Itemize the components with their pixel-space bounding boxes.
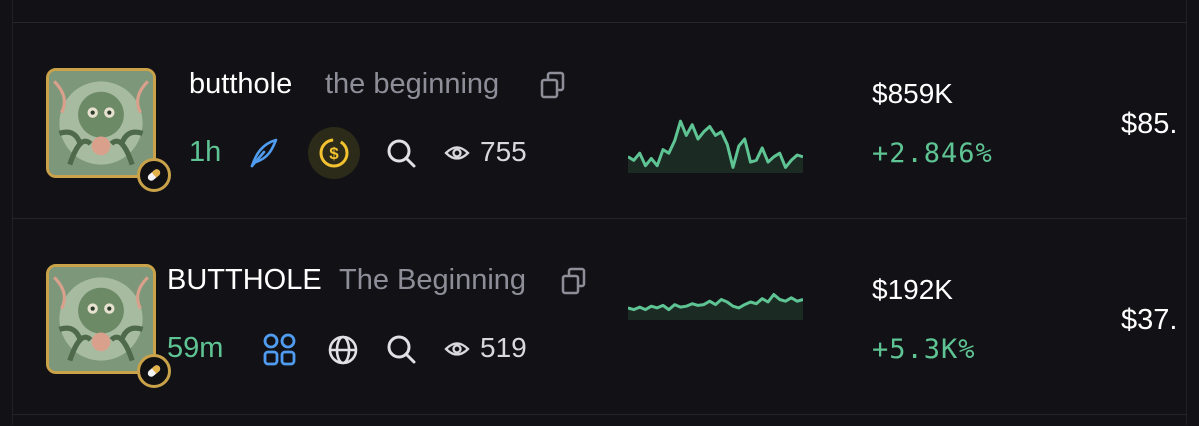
price-change: +2.846% xyxy=(872,138,993,169)
token-row[interactable]: BUTTHOLE The Beginning 59m 519 $192K +5.… xyxy=(0,236,1199,426)
market-cap: $192K xyxy=(872,274,953,305)
token-avatar[interactable] xyxy=(46,68,156,178)
globe-icon[interactable] xyxy=(324,331,362,369)
row-divider xyxy=(12,414,1187,415)
dollar-coin-icon[interactable]: $ xyxy=(315,134,353,172)
eye-icon xyxy=(443,139,471,167)
feather-icon[interactable] xyxy=(244,134,282,172)
view-count: 519 xyxy=(480,332,527,363)
grid-icon[interactable] xyxy=(260,331,300,369)
price-change: +5.3K% xyxy=(872,334,976,365)
token-name: the beginning xyxy=(325,68,500,100)
token-age: 59m xyxy=(167,332,224,364)
price-sparkline[interactable] xyxy=(628,272,803,320)
eye-icon xyxy=(443,335,471,363)
token-age: 1h xyxy=(189,136,222,168)
search-icon[interactable] xyxy=(383,135,419,171)
token-name: The Beginning xyxy=(339,264,527,296)
pill-icon xyxy=(137,158,171,192)
token-symbol[interactable]: butthole xyxy=(189,68,292,101)
pill-icon xyxy=(137,354,171,388)
octopus-art-image xyxy=(49,71,153,175)
sparkline-area xyxy=(628,121,803,173)
price-sparkline[interactable] xyxy=(628,78,803,173)
row-divider xyxy=(12,218,1187,219)
table-top-border xyxy=(12,22,1187,23)
svg-text:$: $ xyxy=(329,144,339,163)
token-avatar[interactable] xyxy=(46,264,156,374)
token-row[interactable]: butthole the beginning 1h $ 755 $859K +2… xyxy=(0,40,1199,230)
copy-icon[interactable] xyxy=(560,266,588,301)
volume-value: $85. xyxy=(1121,108,1178,140)
search-icon[interactable] xyxy=(383,331,419,367)
volume-value: $37. xyxy=(1121,304,1178,336)
octopus-art-image xyxy=(49,267,153,371)
copy-icon[interactable] xyxy=(539,70,567,105)
market-cap: $859K xyxy=(872,78,953,109)
token-symbol[interactable]: BUTTHOLE xyxy=(167,264,322,297)
view-count: 755 xyxy=(480,136,527,167)
